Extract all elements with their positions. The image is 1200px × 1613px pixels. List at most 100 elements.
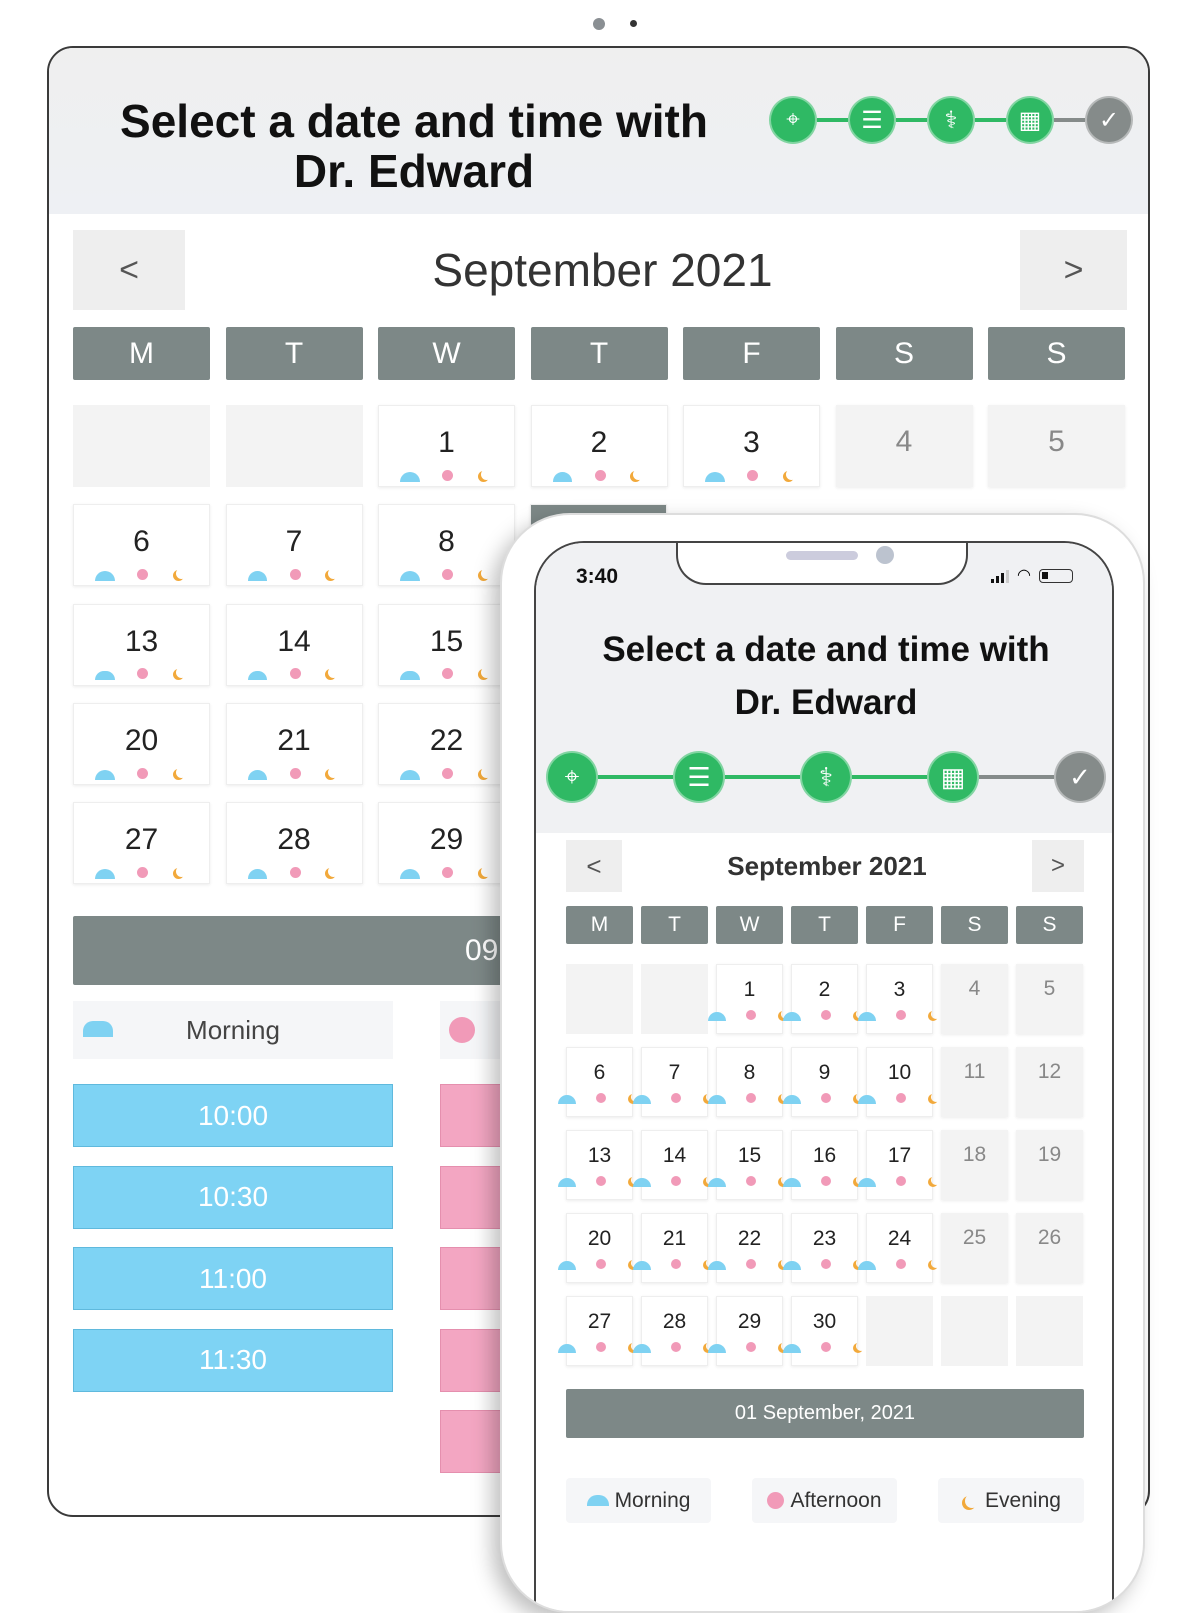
day-cell[interactable]: 9 (782, 1047, 858, 1117)
next-month-button[interactable]: > (1020, 230, 1127, 310)
day-cell[interactable]: 24 (857, 1213, 933, 1283)
day-number: 27 (124, 823, 159, 857)
title-line-2: Dr. Edward (293, 145, 535, 197)
afternoon-icon (747, 469, 758, 481)
day-cell[interactable]: 2 (782, 964, 858, 1034)
morning-icon (782, 1261, 801, 1270)
day-cell[interactable]: 5 (1016, 964, 1083, 1034)
step-5[interactable]: ✓ (1054, 751, 1106, 803)
step-1[interactable]: ⌖ (769, 96, 817, 144)
afternoon-icon (745, 1259, 756, 1269)
afternoon-icon (595, 1342, 606, 1352)
day-cell[interactable]: 17 (857, 1130, 933, 1200)
step-3[interactable]: ⚕ (800, 751, 852, 803)
day-cell[interactable]: 22 (707, 1213, 783, 1283)
day-number: 9 (818, 1061, 831, 1084)
day-cell[interactable]: 29 (378, 802, 515, 885)
day-cell[interactable]: 14 (632, 1130, 708, 1200)
day-cell[interactable]: 8 (378, 504, 515, 587)
prev-month-button[interactable]: < (566, 840, 622, 892)
selected-date: 09 (465, 933, 499, 967)
morning-icon (705, 472, 725, 482)
day-cell[interactable]: 2 (530, 405, 668, 487)
day-cell[interactable]: 28 (225, 802, 363, 885)
battery-icon (1038, 569, 1073, 583)
morning-icon (632, 1095, 651, 1104)
weekday-header: S (941, 906, 1008, 944)
day-cell[interactable]: 21 (632, 1213, 708, 1283)
morning-icon (782, 1012, 801, 1021)
day-cell[interactable]: 26 (1016, 1213, 1083, 1283)
day-cell[interactable]: 8 (707, 1047, 783, 1117)
day-cell[interactable]: 1 (707, 964, 783, 1034)
day-cell[interactable]: 11 (941, 1047, 1008, 1117)
morning-label: Morning (186, 1014, 280, 1045)
day-cell[interactable]: 6 (73, 504, 210, 587)
day-cell[interactable]: 3 (683, 405, 820, 487)
day-cell[interactable]: 4 (835, 405, 973, 487)
step-connector (852, 775, 927, 779)
evening-icon (481, 866, 492, 877)
day-cell[interactable]: 12 (1016, 1047, 1083, 1117)
step-5[interactable]: ✓ (1085, 96, 1133, 144)
day-cell[interactable]: 27 (557, 1296, 633, 1366)
step-2[interactable]: ☰ (673, 751, 725, 803)
step-4[interactable]: ▦ (927, 751, 979, 803)
day-cell[interactable]: 19 (1016, 1130, 1083, 1200)
day-cell[interactable]: 28 (632, 1296, 708, 1366)
day-cell[interactable]: 13 (557, 1130, 633, 1200)
next-month-button[interactable]: > (1032, 840, 1084, 892)
day-cell[interactable]: 29 (707, 1296, 783, 1366)
afternoon-icon (137, 668, 148, 680)
morning-slot-button[interactable]: 11:30 (73, 1328, 393, 1392)
day-cell[interactable]: 22 (378, 702, 515, 785)
weekday-header: S (835, 327, 973, 380)
title-line-2: Dr. Edward (734, 683, 918, 722)
day-cell[interactable]: 10 (857, 1047, 933, 1117)
day-number: 5 (1048, 425, 1065, 458)
day-cell[interactable]: 27 (73, 802, 210, 885)
morning-slot-button[interactable]: 10:30 (73, 1165, 393, 1229)
morning-slot-button[interactable]: 11:00 (73, 1247, 393, 1310)
day-number: 15 (429, 624, 464, 658)
day-number: 27 (587, 1310, 612, 1333)
day-cell[interactable]: 21 (225, 702, 363, 785)
day-cell[interactable]: 15 (378, 603, 515, 686)
day-cell[interactable]: 25 (941, 1213, 1008, 1283)
stethoscope-icon: ⚕ (944, 106, 958, 134)
day-cell[interactable]: 16 (782, 1130, 858, 1200)
page-title: Select a date and time with Dr. Edward (89, 96, 739, 196)
day-cell[interactable]: 13 (73, 603, 210, 686)
step-2[interactable]: ☰ (848, 96, 896, 144)
prev-month-button[interactable]: < (73, 230, 185, 310)
empty-day-cell (941, 1296, 1008, 1366)
morning-slot-button[interactable]: 10:00 (73, 1084, 393, 1147)
day-cell[interactable]: 30 (782, 1296, 858, 1366)
title-line-1: Select a date and time with (120, 95, 708, 147)
day-cell[interactable]: 4 (941, 964, 1008, 1034)
morning-icon (707, 1095, 726, 1104)
day-cell[interactable]: 7 (225, 504, 363, 587)
day-cell[interactable]: 15 (707, 1130, 783, 1200)
step-1[interactable]: ⌖ (546, 751, 598, 803)
day-cell[interactable]: 23 (782, 1213, 858, 1283)
afternoon-icon (820, 1342, 831, 1352)
day-cell[interactable]: 6 (557, 1047, 633, 1117)
step-3[interactable]: ⚕ (927, 96, 975, 144)
day-cell[interactable]: 20 (73, 702, 210, 785)
day-cell[interactable]: 5 (988, 405, 1125, 487)
day-cell[interactable]: 20 (557, 1213, 633, 1283)
evening-icon (931, 1009, 941, 1019)
day-cell[interactable]: 18 (941, 1130, 1008, 1200)
afternoon-icon (594, 469, 606, 481)
morning-icon (857, 1095, 876, 1104)
day-cell[interactable]: 1 (378, 405, 515, 487)
day-cell[interactable]: 7 (632, 1047, 708, 1117)
afternoon-icon (745, 1176, 756, 1186)
morning-icon (95, 571, 115, 582)
day-cell[interactable]: 14 (225, 603, 363, 686)
evening-icon (786, 469, 797, 480)
step-4[interactable]: ▦ (1006, 96, 1054, 144)
day-number: 19 (1037, 1143, 1062, 1166)
day-cell[interactable]: 3 (857, 964, 933, 1034)
